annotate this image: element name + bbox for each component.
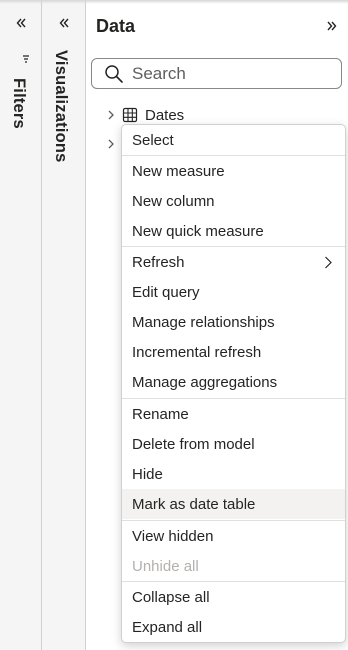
filter-icon [23,55,29,63]
context-menu: Select New measure New column New quick … [121,124,346,643]
menu-item-hide[interactable]: Hide [122,459,345,489]
chevron-right-icon [325,256,332,269]
data-pane-title: Data [96,16,136,36]
double-chevron-right-icon [327,21,337,31]
table-row-dates[interactable]: Dates [86,104,348,126]
search-box[interactable] [91,58,342,89]
table-label-dates: Dates [145,106,185,124]
menu-item-new-measure[interactable]: New measure [122,156,345,186]
chevron-right-icon[interactable] [106,110,116,120]
search-input[interactable] [132,63,332,84]
filters-label[interactable]: Filters [9,78,28,129]
menu-item-expand-all[interactable]: Expand all [122,612,345,642]
menu-item-select[interactable]: Select [122,125,345,155]
table-row-partial[interactable] [86,133,126,155]
menu-item-manage-relationships[interactable]: Manage relationships [122,307,345,337]
menu-item-refresh[interactable]: Refresh [122,247,345,277]
double-chevron-left-icon [59,18,69,28]
menu-item-mark-as-date-table[interactable]: Mark as date table [122,489,345,519]
visualizations-label[interactable]: Visualizations [51,50,70,163]
double-chevron-left-icon [16,18,26,28]
menu-item-delete-from-model[interactable]: Delete from model [122,429,345,459]
expand-visualizations-button[interactable] [53,12,75,34]
menu-item-view-hidden[interactable]: View hidden [122,521,345,551]
menu-item-collapse-all[interactable]: Collapse all [122,582,345,612]
menu-item-incremental-refresh[interactable]: Incremental refresh [122,337,345,367]
menu-item-unhide-all: Unhide all [132,557,199,575]
menu-item-edit-query[interactable]: Edit query [122,277,345,307]
menu-item-manage-aggregations[interactable]: Manage aggregations [122,367,345,397]
visualizations-pane: Visualizations [42,0,86,650]
filters-pane: Filters [0,0,42,650]
menu-item-refresh-label: Refresh [132,253,185,271]
search-icon [105,64,123,83]
table-icon [122,107,138,123]
menu-item-rename[interactable]: Rename [122,399,345,429]
menu-item-new-column[interactable]: New column [122,186,345,216]
expand-filters-button[interactable] [10,12,32,34]
top-shadow [0,0,348,4]
chevron-right-icon[interactable] [106,139,116,149]
collapse-data-pane-button[interactable] [322,16,342,36]
menu-item-new-quick-measure[interactable]: New quick measure [122,216,345,246]
